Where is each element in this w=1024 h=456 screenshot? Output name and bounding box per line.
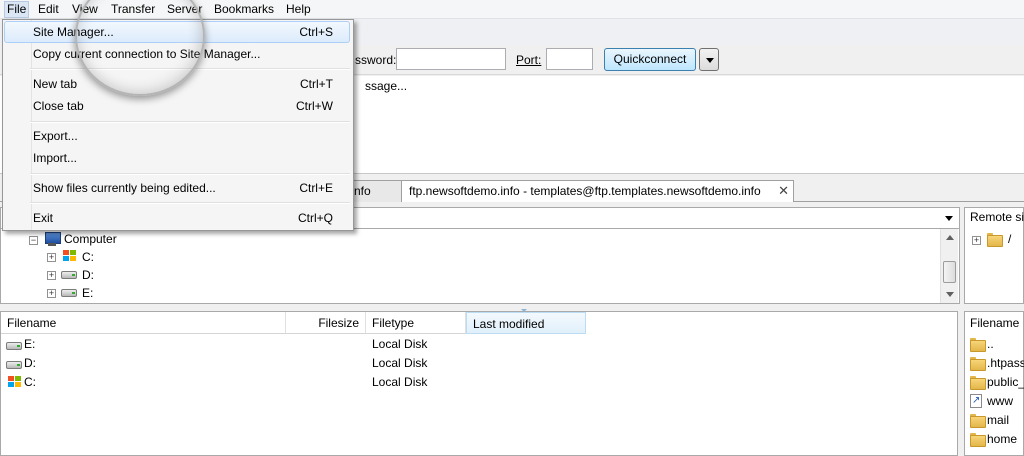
menu-item-label: Exit xyxy=(33,211,54,225)
expand-icon[interactable]: + xyxy=(47,253,56,262)
sort-indicator-icon xyxy=(521,309,527,312)
menu-item-export[interactable]: Export... xyxy=(4,125,350,147)
menu-item-label: Export... xyxy=(33,129,78,143)
menu-edit[interactable]: Edit xyxy=(35,2,62,17)
file-row-name[interactable]: E: xyxy=(24,335,35,354)
file-row-name[interactable]: D: xyxy=(24,354,36,373)
tab-previous[interactable]: nfo xyxy=(346,180,402,202)
chevron-down-icon[interactable] xyxy=(945,216,953,221)
drive-icon xyxy=(61,289,77,297)
expand-icon[interactable]: + xyxy=(972,236,981,245)
remote-file-name: .htpass xyxy=(987,356,1024,370)
port-input[interactable] xyxy=(546,48,593,70)
tab-active[interactable]: ftp.newsoftdemo.info - templates@ftp.tem… xyxy=(401,180,794,202)
collapse-icon[interactable]: − xyxy=(29,236,38,245)
menu-transfer[interactable]: Transfer xyxy=(108,2,158,17)
remote-site-label: Remote si xyxy=(970,210,1024,224)
quickconnect-button[interactable]: Quickconnect xyxy=(604,48,696,71)
file-row-type: Local Disk xyxy=(372,375,428,389)
port-label-text: Port: xyxy=(516,53,542,67)
menu-item-new-tab[interactable]: New tab Ctrl+T xyxy=(4,73,350,95)
tab-active-label: ftp.newsoftdemo.info - templates@ftp.tem… xyxy=(409,184,761,198)
folder-icon xyxy=(970,338,986,352)
remote-file-name: mail xyxy=(987,413,1010,427)
menu-item-label: New tab xyxy=(33,77,78,91)
menu-item-copy-connection[interactable]: Copy current connection to Site Manager.… xyxy=(4,43,350,65)
menu-file[interactable]: File xyxy=(4,1,30,18)
menu-help[interactable]: Help xyxy=(283,2,314,17)
column-filesize[interactable]: Filesize xyxy=(286,312,366,334)
file-row-name[interactable]: C: xyxy=(24,373,36,392)
remote-file-name: home xyxy=(987,432,1018,446)
tab-previous-label: nfo xyxy=(354,184,371,198)
file-row-type: Local Disk xyxy=(372,337,428,351)
menu-separator xyxy=(30,173,350,175)
file-row-type: Local Disk xyxy=(372,356,428,370)
tree-item-drive-c[interactable]: C: xyxy=(82,248,94,266)
menu-item-label: Copy current connection to Site Manager.… xyxy=(33,47,261,61)
menu-item-label: Close tab xyxy=(33,99,84,113)
menu-item-shortcut: Ctrl+E xyxy=(299,181,333,195)
remote-column-filename[interactable]: Filename xyxy=(970,314,1019,333)
menu-item-site-manager[interactable]: Site Manager... Ctrl+S xyxy=(4,21,350,43)
column-filetype[interactable]: Filetype xyxy=(366,312,466,334)
menu-separator xyxy=(30,202,350,204)
computer-icon xyxy=(44,232,61,246)
scroll-up-icon[interactable] xyxy=(946,235,954,240)
close-tab-icon[interactable]: ✕ xyxy=(778,181,789,201)
drive-icon xyxy=(61,271,77,279)
scroll-down-icon[interactable] xyxy=(946,292,954,297)
tree-item-drive-d[interactable]: D: xyxy=(82,266,94,284)
menu-server[interactable]: Server xyxy=(164,2,205,17)
symlink-icon xyxy=(970,394,982,408)
menu-item-label: Import... xyxy=(33,151,78,165)
tree-item-drive-e[interactable]: E: xyxy=(82,284,93,302)
folder-icon xyxy=(970,414,986,428)
menu-item-shortcut: Ctrl+T xyxy=(300,77,333,91)
menu-separator xyxy=(30,121,350,123)
menu-item-close-tab[interactable]: Close tab Ctrl+W xyxy=(4,95,350,117)
menu-item-shortcut: Ctrl+Q xyxy=(297,211,333,225)
menu-bar: File Edit View Transfer Server Bookmarks… xyxy=(0,0,1024,19)
menu-bookmarks[interactable]: Bookmarks xyxy=(211,2,277,17)
menu-item-label: Site Manager... xyxy=(33,25,114,39)
menu-item-import[interactable]: Import... xyxy=(4,147,350,169)
menu-view[interactable]: View xyxy=(69,2,101,17)
password-input[interactable] xyxy=(396,48,506,70)
expand-icon[interactable]: + xyxy=(47,271,56,280)
remote-file-name: .. xyxy=(987,337,994,351)
folder-icon xyxy=(987,233,1003,247)
remote-file-name: public_ xyxy=(987,375,1024,389)
tree-scrollbar[interactable] xyxy=(940,229,958,303)
tree-item-computer[interactable]: Computer xyxy=(64,230,117,248)
menu-item-label: Show files currently being edited... xyxy=(33,181,216,195)
drive-icon xyxy=(6,342,22,350)
menu-item-show-edited-files[interactable]: Show files currently being edited... Ctrl… xyxy=(4,177,350,199)
windows-drive-icon xyxy=(61,249,77,263)
folder-icon xyxy=(970,376,986,390)
port-label: Port: xyxy=(516,52,541,68)
scroll-thumb[interactable] xyxy=(943,261,956,283)
folder-icon xyxy=(970,433,986,447)
menu-item-exit[interactable]: Exit Ctrl+Q xyxy=(4,207,350,229)
remote-file-name: www xyxy=(987,394,1013,408)
quickconnect-dropdown-button[interactable] xyxy=(699,48,719,71)
password-label: ssword: xyxy=(355,53,397,67)
menu-separator xyxy=(30,68,350,70)
remote-tree-root[interactable]: / xyxy=(1008,230,1011,249)
column-last-modified[interactable]: Last modified xyxy=(466,312,586,334)
log-line: ssage... xyxy=(365,79,408,93)
folder-icon xyxy=(970,357,986,371)
drive-icon xyxy=(6,361,22,369)
local-directory-tree xyxy=(0,229,960,304)
menu-item-shortcut: Ctrl+W xyxy=(296,99,333,113)
column-filename[interactable]: Filename xyxy=(1,312,286,334)
menu-item-shortcut: Ctrl+S xyxy=(299,25,333,39)
expand-icon[interactable]: + xyxy=(47,289,56,298)
windows-drive-icon xyxy=(6,375,22,389)
